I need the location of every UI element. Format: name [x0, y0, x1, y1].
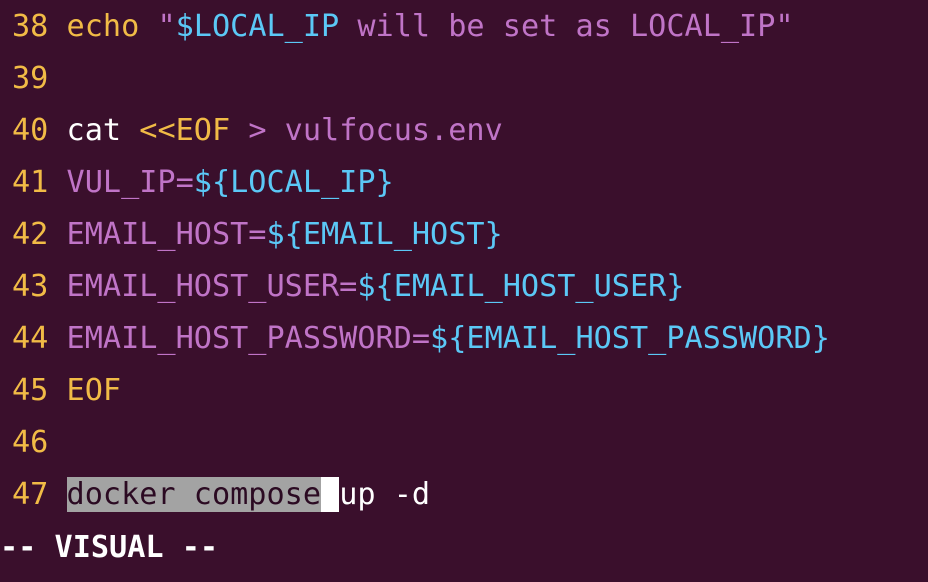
code-line-41: 41 VUL_IP=${LOCAL_IP} — [12, 165, 394, 201]
code-line-40: 40 cat <<EOF > vulfocus.env — [12, 113, 503, 149]
line-number: 44 — [12, 321, 49, 356]
code-line-38: 38 echo "$LOCAL_IP will be set as LOCAL_… — [12, 9, 794, 45]
code-token: echo — [66, 9, 140, 44]
code-line-43: 43 EMAIL_HOST_USER=${EMAIL_HOST_USER} — [12, 269, 684, 305]
code-token: ${EMAIL_HOST} — [266, 217, 503, 252]
code-line-47: 47 docker compose up -d — [12, 477, 430, 513]
code-line-42: 42 EMAIL_HOST=${EMAIL_HOST} — [12, 217, 503, 253]
code-token: " — [775, 9, 794, 44]
code-token: will be set as LOCAL_IP — [339, 9, 776, 44]
cursor-block[interactable] — [321, 477, 340, 512]
code-line-44: 44 EMAIL_HOST_PASSWORD=${EMAIL_HOST_PASS… — [12, 321, 830, 357]
line-number: 43 — [12, 269, 49, 304]
code-line-39: 39 — [12, 61, 48, 97]
code-token: <<EOF — [139, 113, 231, 148]
code-token: EOF — [66, 373, 122, 408]
code-token: " — [157, 9, 176, 44]
code-token: up -d — [339, 477, 431, 512]
line-number: 41 — [12, 165, 49, 200]
line-number: 47 — [12, 477, 49, 512]
code-token: EMAIL_HOST_USER= — [66, 269, 358, 304]
line-number: 39 — [12, 61, 49, 96]
terminal-window[interactable]: 38 echo "$LOCAL_IP will be set as LOCAL_… — [0, 0, 928, 582]
code-line-45: 45 EOF — [12, 373, 121, 409]
line-number: 46 — [12, 425, 49, 460]
code-token: vulfocus.env — [284, 113, 503, 148]
visual-selection[interactable]: docker compose — [66, 477, 321, 512]
line-number: 45 — [12, 373, 49, 408]
code-token: ${LOCAL_IP} — [193, 165, 394, 200]
line-number: 38 — [12, 9, 49, 44]
code-token: ${EMAIL_HOST_PASSWORD} — [430, 321, 830, 356]
code-token: EMAIL_HOST= — [66, 217, 267, 252]
code-token: EMAIL_HOST_PASSWORD= — [66, 321, 431, 356]
line-number: 42 — [12, 217, 49, 252]
line-number: 40 — [12, 113, 49, 148]
mode-indicator: -- VISUAL -- — [0, 530, 219, 565]
code-line-46: 46 — [12, 425, 48, 461]
code-token: VUL_IP= — [66, 165, 194, 200]
code-token: > — [230, 113, 285, 148]
code-token: cat — [66, 113, 122, 148]
code-token: $LOCAL_IP — [175, 9, 340, 44]
code-token: ${EMAIL_HOST_USER} — [357, 269, 685, 304]
